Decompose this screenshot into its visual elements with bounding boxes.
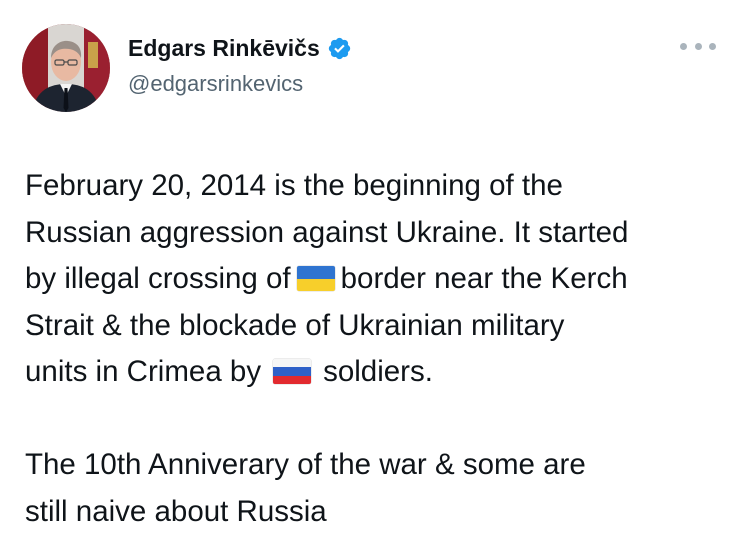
profile-photo-icon [22, 24, 110, 112]
more-options-icon[interactable] [680, 36, 716, 56]
ukraine-flag-icon [296, 266, 335, 291]
tweet-text-segment: units in Crimea by [25, 355, 262, 388]
author-display-name[interactable]: Edgars Rinkēvičs [128, 35, 320, 62]
tweet-text-segment: by illegal crossing of [25, 262, 291, 295]
tweet-text-line: by illegal crossing of border near the Ke… [25, 256, 725, 303]
author-name-row: Edgars Rinkēvičs [128, 33, 352, 63]
tweet-text-line: Strait & the blockade of Ukrainian milit… [25, 308, 565, 342]
tweet-text-line: units in Crimea by soldiers. [25, 349, 725, 396]
paragraph-break [25, 396, 725, 443]
tweet-text-line: still naive about Russia [25, 494, 327, 528]
russia-flag-icon [273, 359, 312, 384]
tweet-text: February 20, 2014 is the beginning of th… [25, 163, 725, 535]
tweet-text-line: The 10th Anniverary of the war & some ar… [25, 448, 586, 481]
tweet-text-line: Russian aggression against Ukraine. It s… [25, 215, 629, 249]
tweet-card: Edgars Rinkēvičs @edgarsrinkevics Februa… [0, 0, 740, 547]
verified-badge-icon[interactable] [327, 36, 352, 61]
tweet-text-segment: soldiers. [323, 355, 433, 388]
author-handle[interactable]: @edgarsrinkevics [128, 71, 303, 97]
more-dot [709, 42, 716, 50]
tweet-text-segment: border near the Kerch [340, 262, 628, 295]
tweet-text-line: February 20, 2014 is the beginning of th… [25, 169, 563, 202]
more-dot [694, 42, 702, 50]
avatar[interactable] [22, 24, 110, 112]
more-dot [680, 42, 687, 50]
